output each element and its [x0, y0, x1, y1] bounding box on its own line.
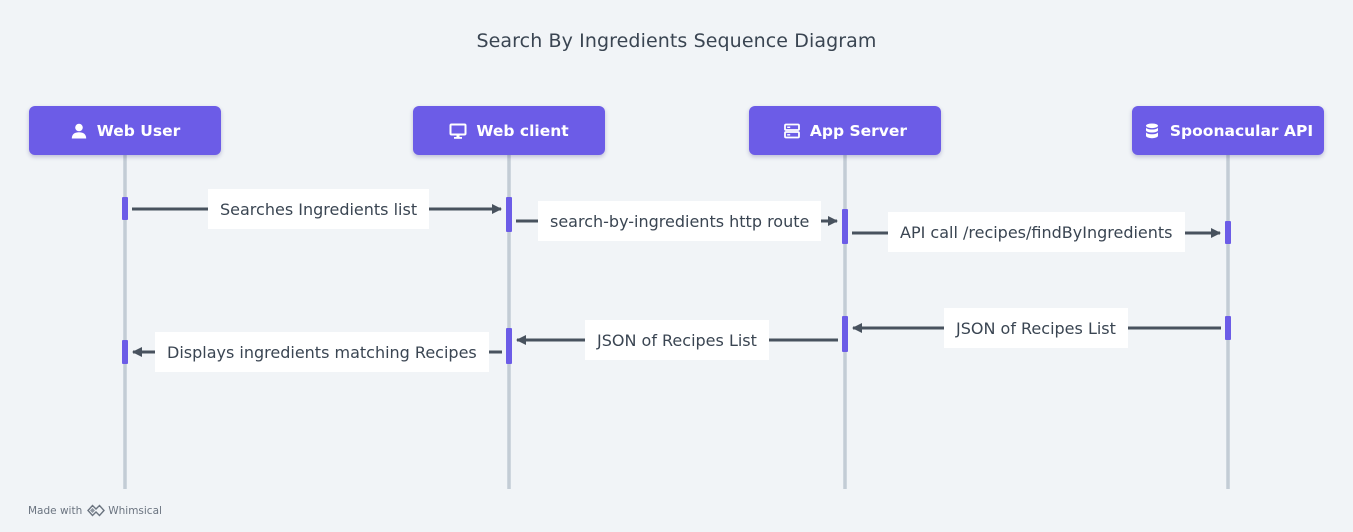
- actor-app-server[interactable]: App Server: [749, 106, 941, 155]
- actor-spoonacular-api[interactable]: Spoonacular API: [1132, 106, 1324, 155]
- message-label: Searches Ingredients list: [208, 189, 430, 229]
- activation-bar: [842, 209, 848, 244]
- actor-web-client[interactable]: Web client: [413, 106, 605, 155]
- actor-label: App Server: [809, 121, 908, 140]
- activation-bar: [122, 340, 128, 364]
- footer-made-with: Made with: [28, 504, 83, 517]
- message-label: JSON of Recipes List: [944, 308, 1128, 348]
- activation-bar: [1225, 316, 1231, 340]
- activation-bar: [122, 197, 128, 220]
- message-label: Displays ingredients matching Recipes: [155, 332, 489, 372]
- actor-label: Web client: [476, 121, 569, 140]
- user-icon: [70, 122, 88, 140]
- activation-bar: [1225, 221, 1231, 244]
- footer-brand: Whimsical: [108, 504, 162, 517]
- activation-bar: [506, 328, 512, 364]
- actor-web-user[interactable]: Web User: [29, 106, 221, 155]
- message-label: JSON of Recipes List: [585, 320, 769, 360]
- activation-bar: [506, 197, 512, 232]
- whimsical-logo-icon: [87, 504, 106, 517]
- sequence-canvas: [122, 155, 1231, 489]
- actor-label: Web User: [96, 121, 181, 140]
- monitor-icon: [449, 122, 467, 140]
- database-icon: [1143, 122, 1161, 140]
- message-label: API call /recipes/findByIngredients: [888, 212, 1185, 252]
- activation-bar: [842, 316, 848, 352]
- footer-watermark: Made with Whimsical: [28, 504, 162, 517]
- actor-label: Spoonacular API: [1169, 121, 1314, 140]
- message-label: search-by-ingredients http route: [538, 201, 822, 241]
- server-icon: [783, 122, 801, 140]
